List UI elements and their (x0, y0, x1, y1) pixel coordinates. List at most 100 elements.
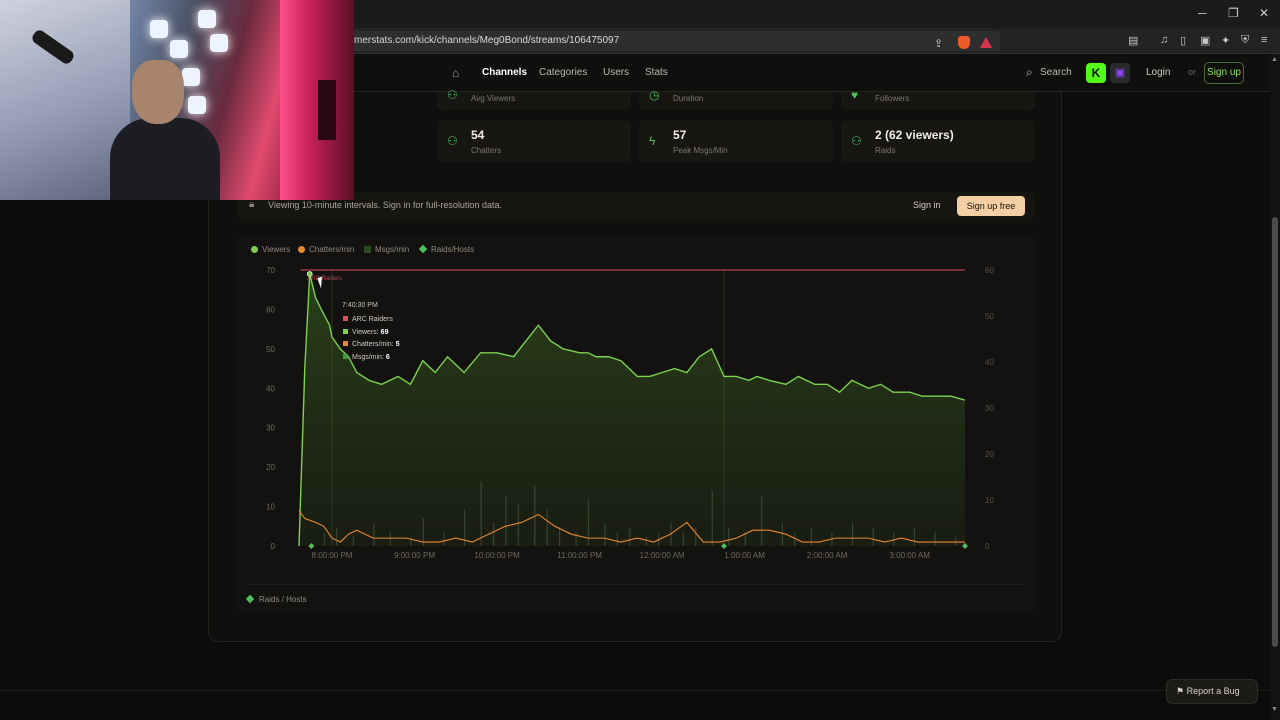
x-tick-label: 11:00:00 PM (557, 551, 602, 560)
streamer-body (110, 118, 220, 200)
stat-card-duration: ◷ Duration (639, 88, 833, 110)
users-icon: ⚇ (447, 134, 458, 148)
legend-item-viewers[interactable]: Viewers (251, 245, 290, 254)
legend-label: Raids/Hosts (431, 245, 475, 254)
stat-card-raids: ⚇ 2 (62 viewers) Raids (841, 120, 1035, 162)
media-icon[interactable]: ♫ (1160, 34, 1168, 46)
scroll-up-icon[interactable]: ▲ (1271, 56, 1278, 63)
stat-label: Chatters (471, 146, 502, 155)
stat-card-peak-msgs: ϟ 57 Peak Msgs/Min (639, 120, 833, 162)
y-left-tick-label: 20 (266, 463, 275, 472)
or-text: or (1188, 67, 1197, 77)
webcam-hallway (280, 0, 354, 200)
hex-light (182, 68, 200, 86)
tooltip-label: Viewers: (352, 329, 379, 336)
scroll-down-icon[interactable]: ▼ (1271, 706, 1278, 713)
stream-chart-card: Viewers Chatters/min Msgs/min Raids/Host… (237, 234, 1035, 614)
webcam-overlay (0, 0, 354, 200)
legend-item-chatters[interactable]: Chatters/min (298, 245, 354, 254)
signup-button[interactable]: Sign up (1204, 62, 1244, 84)
address-bar[interactable]: merstats.com/kick/channels/Meg0Bond/stre… (340, 31, 1000, 51)
footer-legend-label: Raids / Hosts (259, 595, 307, 604)
legend-item-msgs[interactable]: Msgs/min (364, 245, 409, 254)
nav-link-stats[interactable]: Stats (645, 67, 668, 78)
chart-divider (249, 584, 1023, 585)
y-left-tick-label: 40 (266, 384, 275, 393)
stat-card-avg-viewers: ⚇ Avg Viewers (437, 88, 631, 110)
sign-up-free-button[interactable]: Sign up free (957, 196, 1025, 216)
flag-icon: ⚑ (1176, 686, 1187, 696)
kick-platform-icon[interactable]: K (1086, 63, 1106, 83)
url-text[interactable]: merstats.com/kick/channels/Meg0Bond/stre… (354, 35, 619, 46)
tooltip-swatch (343, 316, 348, 321)
search-button[interactable]: Search (1040, 67, 1072, 78)
tooltip-swatch (343, 329, 348, 334)
legend-label: Msgs/min (375, 245, 410, 254)
y-left-tick-label: 10 (266, 503, 275, 512)
twitch-platform-icon[interactable]: ▣ (1110, 63, 1130, 83)
tooltip-row-viewers: Viewers: 69 (343, 329, 388, 336)
vpn-icon[interactable]: ⛨ (1241, 34, 1249, 47)
stat-label: Duration (673, 94, 704, 103)
y-right-tick-label: 20 (985, 450, 994, 459)
y-left-tick-label: 60 (266, 305, 275, 314)
banner-text: Viewing 10-minute intervals. Sign in for… (268, 200, 502, 210)
hex-light (198, 10, 216, 28)
stat-value: 57 (673, 128, 687, 142)
wallet-icon[interactable]: ▣ (1200, 34, 1210, 47)
hex-light (188, 96, 206, 114)
y-left-tick-label: 70 (266, 266, 275, 275)
raids-hosts-footer: Raids / Hosts (245, 594, 307, 604)
legend-item-raids[interactable]: Raids/Hosts (418, 244, 475, 254)
sidebar-toggle-icon[interactable]: ▯ (1180, 34, 1186, 47)
lock-icon: 🔒︎ (249, 199, 255, 210)
brave-shields-icon[interactable] (958, 36, 970, 49)
stat-label: Followers (875, 94, 910, 103)
search-icon[interactable]: ⌕ (1026, 65, 1033, 80)
nav-link-categories[interactable]: Categories (539, 67, 587, 78)
y-right-tick-label: 30 (985, 404, 994, 413)
restore-icon[interactable]: ❐ (1228, 6, 1239, 20)
login-link[interactable]: Login (1146, 67, 1170, 78)
stat-card-followers: ♥ Followers (841, 88, 1035, 110)
hex-light (210, 34, 228, 52)
share-icon[interactable]: ⇪ (934, 37, 943, 50)
users-icon: ⚇ (851, 134, 862, 148)
legend-swatch (418, 244, 428, 254)
scrollbar-thumb[interactable] (1272, 217, 1278, 647)
sign-in-link[interactable]: Sign in (913, 200, 941, 210)
tooltip-value: 5 (395, 341, 400, 348)
y-right-tick-label: 40 (985, 358, 994, 367)
leo-ai-icon[interactable]: ✦ (1221, 34, 1230, 47)
site-nav: ⌂ Channels Categories Users Stats ⌕ Sear… (354, 54, 1280, 92)
streamer-head (132, 60, 184, 124)
brave-rewards-icon[interactable] (980, 37, 992, 48)
x-tick-label: 12:00:00 AM (640, 551, 685, 560)
minimize-icon[interactable]: ─ (1198, 6, 1207, 20)
users-icon: ⚇ (447, 88, 458, 102)
nav-link-channels[interactable]: Channels (482, 67, 527, 78)
tooltip-row-chatters: Chatters/min: 5 (343, 341, 399, 348)
legend-label: Chatters/min (309, 245, 355, 254)
y-right-tick-label: 0 (985, 542, 990, 551)
x-tick-label: 8:00:00 PM (312, 551, 353, 560)
tooltip-swatch (343, 341, 348, 346)
clock-icon: ◷ (649, 88, 660, 102)
stat-label: Avg Viewers (471, 94, 516, 103)
menu-icon[interactable]: ≡ (1261, 34, 1267, 46)
legend-label: Viewers (262, 245, 291, 254)
page-scrollbar[interactable] (1270, 54, 1280, 720)
report-bug-button[interactable]: ⚑ Report a Bug (1166, 679, 1258, 704)
screen: ─ ❐ ✕ merstats.com/kick/channels/Meg0Bon… (0, 0, 1280, 720)
legend-swatch (364, 246, 371, 253)
hex-light (150, 20, 168, 38)
nav-link-users[interactable]: Users (603, 67, 629, 78)
y-left-tick-label: 30 (266, 424, 275, 433)
stat-value: 2 (62 viewers) (875, 128, 954, 142)
home-icon[interactable]: ⌂ (452, 66, 459, 80)
close-icon[interactable]: ✕ (1259, 6, 1269, 20)
sidebar-panel-icon[interactable]: ▤ (1128, 34, 1138, 47)
stat-value: 54 (471, 128, 485, 142)
y-left-tick-label: 50 (266, 345, 275, 354)
legend-swatch (251, 246, 258, 253)
